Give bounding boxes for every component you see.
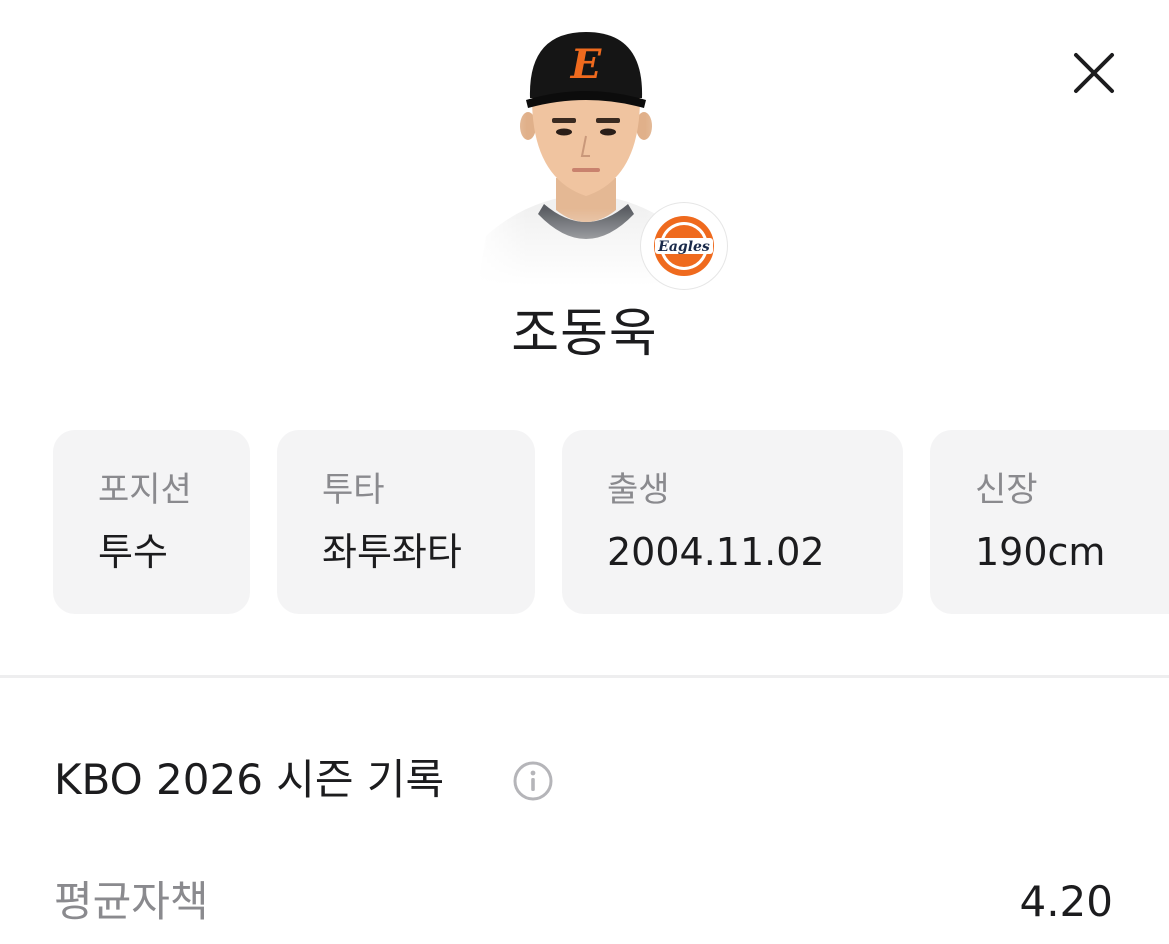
eagles-logo-icon: Eagles [654,216,714,276]
info-icon [513,761,553,801]
info-button[interactable] [512,760,554,802]
info-card-label: 투타 [322,470,385,510]
player-name: 조동욱 [511,304,658,364]
info-card-label: 신장 [975,470,1038,510]
section-divider [0,675,1169,678]
info-card-bats-throws: 투타 좌투좌타 [277,430,535,614]
team-logo-text: Eagles [657,239,710,255]
season-record-title: KBO 2026 시즌 기록 [54,755,445,804]
info-card-label: 포지션 [98,470,192,510]
close-icon [1074,53,1114,93]
info-card-value: 투수 [98,530,168,574]
info-card-height: 신장 190cm [930,430,1169,614]
info-card-birth: 출생 2004.11.02 [562,430,903,614]
info-card-value: 좌투좌타 [322,530,462,574]
stat-value-era: 4.20 [1019,877,1113,926]
close-button[interactable] [1068,47,1120,99]
info-card-value: 190cm [975,530,1106,574]
info-card-value: 2004.11.02 [607,530,825,574]
team-logo-badge: Eagles [641,203,727,289]
stat-label-era: 평균자책 [54,877,209,926]
info-card-label: 출생 [607,470,670,510]
info-card-position: 포지션 투수 [53,430,250,614]
player-profile-sheet: E Eagles 조동욱 포지션 투수 투타 좌투좌타 출생 2004.11.0… [0,0,1169,944]
